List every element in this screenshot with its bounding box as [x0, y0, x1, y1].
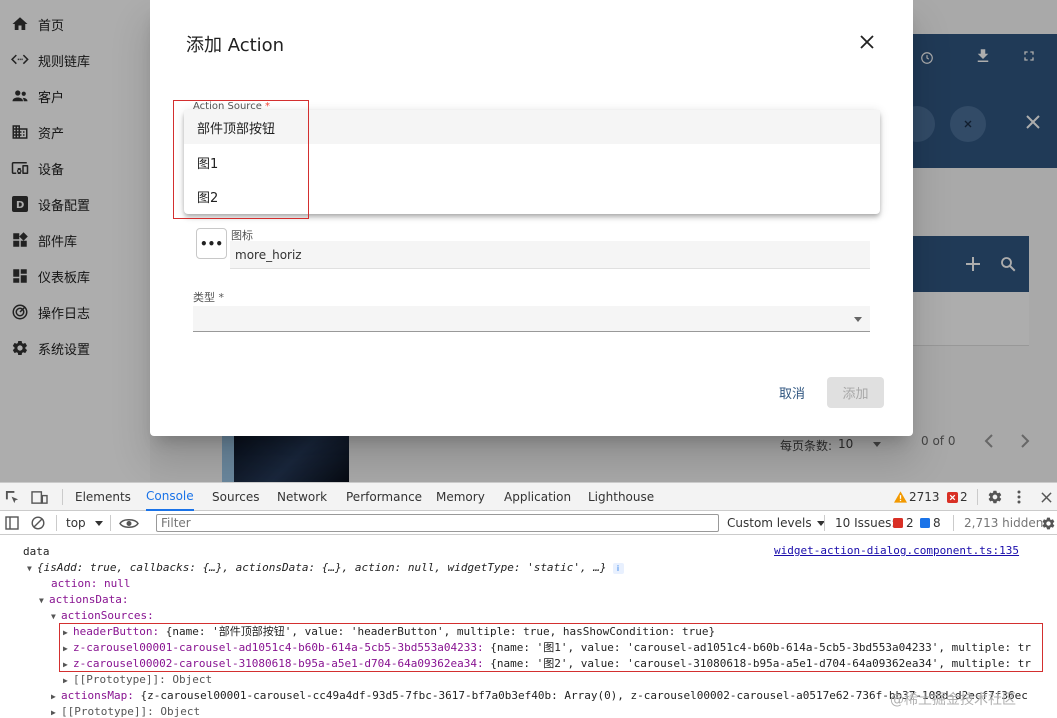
tab-network[interactable]: Network [277, 483, 327, 511]
toolbar-divider [977, 489, 978, 505]
console-toolbar: top Filter Custom levels 10 Issues: 2 8 … [0, 511, 1057, 535]
toolbar-divider [62, 489, 63, 505]
tab-application[interactable]: Application [504, 483, 571, 511]
console-property-action-text: action: null [51, 577, 131, 590]
gear-icon[interactable] [986, 488, 1004, 506]
eye-icon[interactable] [118, 514, 140, 532]
expand-triangle-icon: ▶ [63, 676, 68, 685]
issue-error-icon [892, 517, 903, 528]
expand-triangle-icon: ▼ [51, 612, 56, 621]
icon-input[interactable]: more_horiz [230, 241, 870, 269]
type-select[interactable] [193, 306, 870, 332]
tab-memory[interactable]: Memory [436, 483, 485, 511]
hidden-messages-count: 2,713 hidden [964, 516, 1044, 530]
warning-icon [893, 490, 907, 504]
toolbar-divider [953, 515, 954, 531]
add-action-dialog: 添加 Action Action Source * 部件顶部按钮 图1 图2 •… [150, 0, 913, 436]
expand-triangle-icon: ▶ [51, 692, 56, 701]
error-icon [946, 491, 958, 503]
dropdown-arrow-icon [854, 317, 862, 322]
error-count[interactable]: 2 [960, 490, 968, 504]
required-mark: * [218, 291, 225, 304]
console-filter-input[interactable]: Filter [156, 514, 719, 532]
console-object-summary-text: {isAdd: true, callbacks: {…}, actionsDat… [37, 561, 607, 574]
console-log-label: data [23, 545, 50, 558]
log-levels-label: Custom levels [727, 516, 812, 530]
devtools-panel: Elements Console Sources Network Perform… [0, 482, 1057, 718]
close-icon[interactable] [1038, 489, 1054, 505]
icon-input-value: more_horiz [235, 248, 302, 262]
issues-label: 10 Issues: [835, 516, 896, 530]
add-button[interactable]: 添加 [827, 377, 884, 408]
icon-picker-button[interactable]: ••• [196, 228, 227, 259]
console-prototype-inner-text: [[Prototype]]: Object [73, 673, 213, 686]
inspect-element-icon[interactable] [4, 489, 20, 505]
gear-icon[interactable] [1039, 514, 1057, 532]
expand-triangle-icon: ▶ [63, 660, 68, 669]
dialog-title: 添加 Action [186, 35, 285, 56]
action-source-option[interactable]: 图1 [184, 145, 880, 179]
tab-lighthouse[interactable]: Lighthouse [588, 483, 654, 511]
clear-console-icon[interactable] [30, 515, 46, 531]
console-prototype-inner[interactable]: ▶ [[Prototype]]: Object [63, 672, 212, 688]
tab-console[interactable]: Console [146, 483, 194, 511]
warning-count[interactable]: 2713 [909, 490, 940, 504]
console-property-carousel-2[interactable]: ▶ z-carousel00002-carousel-31080618-b95a-… [63, 656, 1031, 672]
console-property-action-sources-text: actionSources: [61, 609, 154, 622]
toolbar-divider [824, 515, 825, 531]
cancel-button[interactable]: 取消 [764, 377, 820, 407]
issues-button[interactable]: 10 Issues: [835, 516, 895, 530]
more-vert-icon[interactable] [1014, 488, 1024, 506]
issue-error-count: 2 [906, 516, 914, 530]
console-property-action-sources[interactable]: ▼ actionSources: [51, 608, 154, 624]
tab-sources[interactable]: Sources [212, 483, 259, 511]
console-object-summary[interactable]: ▼ {isAdd: true, callbacks: {…}, actionsDa… [27, 560, 624, 576]
issue-info-count: 8 [933, 516, 941, 530]
app-root: 首页 规则链库 客户 资产 设备 D 设备配置 部件库 仪表板库 操作日志 系统… [0, 0, 1057, 718]
console-prototype-outer[interactable]: ▶ [[Prototype]]: Object [51, 704, 200, 718]
expand-triangle-icon: ▶ [51, 708, 56, 717]
watermark: @稀土掘金技术社区 [890, 692, 1016, 708]
info-icon: i [612, 563, 624, 574]
close-icon[interactable] [856, 31, 878, 53]
console-filter-placeholder: Filter [161, 516, 191, 530]
console-property-actions-map[interactable]: ▶ actionsMap: {z-carousel00001-carousel-c… [51, 688, 1028, 704]
action-source-option[interactable]: 部件顶部按钮 [184, 110, 880, 144]
expand-triangle-icon: ▶ [63, 644, 68, 653]
console-property-actions-data[interactable]: ▼ actionsData: [39, 592, 128, 608]
console-prototype-outer-text: [[Prototype]]: Object [61, 705, 201, 718]
console-key: z-carousel00001-carousel-ad1051c4-b60b-6… [73, 641, 484, 654]
tab-elements[interactable]: Elements [75, 483, 131, 511]
expand-triangle-icon: ▶ [63, 628, 68, 637]
console-value: {name: '部件顶部按钮', value: 'headerButton', … [165, 625, 716, 638]
console-key: actionsMap: [61, 689, 134, 702]
console-property-carousel-1[interactable]: ▶ z-carousel00001-carousel-ad1051c4-b60b-… [63, 640, 1031, 656]
expand-triangle-icon: ▼ [39, 596, 44, 605]
tab-performance[interactable]: Performance [346, 483, 422, 511]
toolbar-divider [56, 515, 57, 531]
log-levels-dropdown[interactable]: Custom levels [727, 516, 826, 530]
device-toolbar-icon[interactable] [30, 489, 48, 505]
expand-triangle-icon: ▼ [27, 564, 32, 573]
more-horiz-icon: ••• [199, 236, 223, 251]
type-label: 类型 * [193, 289, 224, 305]
console-key: headerButton: [73, 625, 160, 638]
console-property-actions-data-text: actionsData: [49, 593, 129, 606]
sidebar-toggle-icon[interactable] [4, 515, 20, 531]
console-key: z-carousel00002-carousel-31080618-b95a-a… [73, 657, 484, 670]
context-selector[interactable]: top [66, 516, 103, 530]
console-value: {name: '图1', value: 'carousel-ad1051c4-b… [490, 641, 1032, 654]
caret-down-icon [94, 521, 103, 526]
source-link[interactable]: widget-action-dialog.component.ts:135 [774, 544, 1019, 557]
toolbar-divider [110, 515, 111, 531]
console-value: {name: '图2', value: 'carousel-31080618-b… [490, 657, 1032, 670]
console-property-action: action: null [51, 576, 130, 592]
issue-info-icon [919, 517, 930, 528]
action-source-option[interactable]: 图2 [184, 179, 880, 213]
context-selector-value: top [66, 516, 86, 530]
console-property-header-button[interactable]: ▶ headerButton: {name: '部件顶部按钮', value: '… [63, 624, 715, 640]
type-label-text: 类型 [193, 291, 215, 304]
devtools-tab-bar: Elements Console Sources Network Perform… [0, 483, 1057, 511]
action-source-dropdown: 部件顶部按钮 图1 图2 [184, 110, 880, 214]
